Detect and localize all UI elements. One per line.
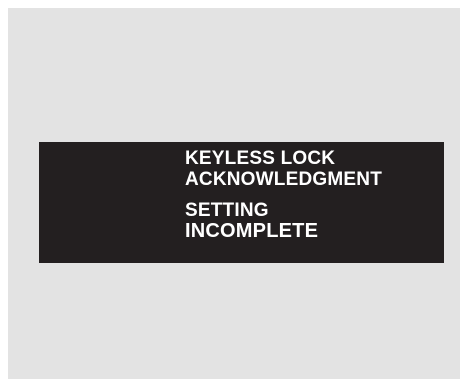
message-line-2: ACKNOWLEDGMENT [185, 169, 383, 190]
message-line-1: KEYLESS LOCK [185, 148, 336, 169]
message-line-4: INCOMPLETE [185, 220, 319, 242]
message-line-3: SETTING [185, 200, 269, 221]
display-message: KEYLESS LOCK ACKNOWLEDGMENT SETTING INCO… [185, 148, 382, 242]
message-display-panel: KEYLESS LOCK ACKNOWLEDGMENT SETTING INCO… [39, 142, 444, 263]
